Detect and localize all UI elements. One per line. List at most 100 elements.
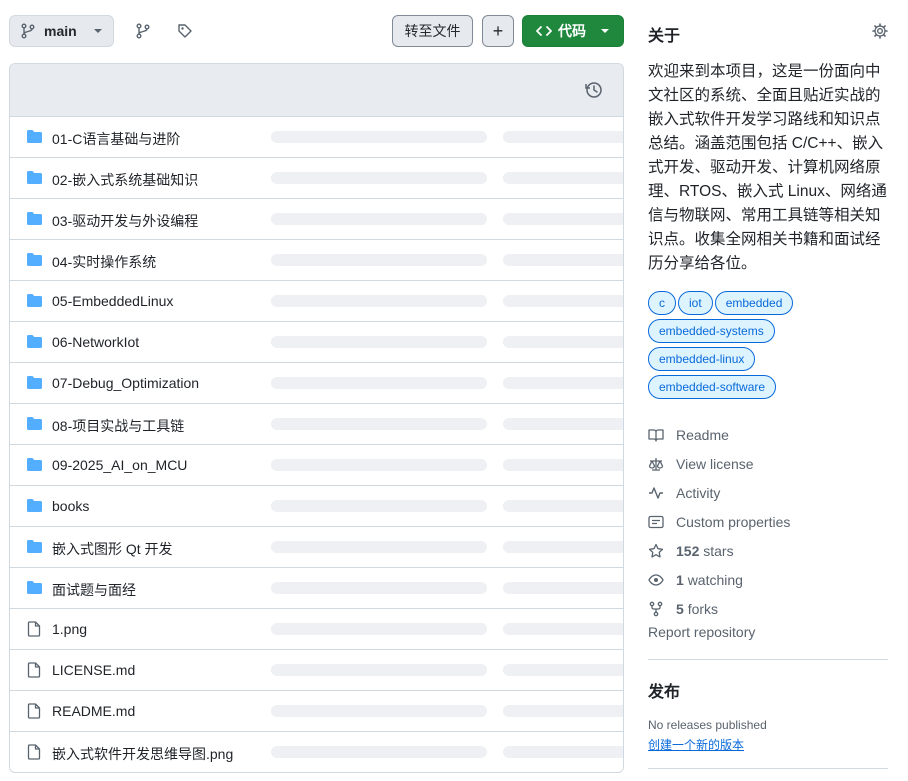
file-name-link[interactable]: 嵌入式图形 Qt 开发 xyxy=(52,539,173,559)
file-row[interactable]: 02-嵌入式系统基础知识 xyxy=(10,158,623,199)
activity-label: Activity xyxy=(676,484,721,501)
commit-date-placeholder xyxy=(503,459,623,471)
file-row[interactable]: 嵌入式软件开发思维导图.png xyxy=(10,732,623,772)
commit-message-placeholder xyxy=(271,664,487,676)
custom-properties-label: Custom properties xyxy=(676,513,791,530)
readme-label: Readme xyxy=(676,426,729,443)
file-name-link[interactable]: 面试题与面经 xyxy=(52,580,136,600)
file-row[interactable]: 03-驱动开发与外设编程 xyxy=(10,199,623,240)
file-name-link[interactable]: 06-NetworkIot xyxy=(52,334,139,350)
topic-tag[interactable]: c xyxy=(648,291,676,315)
topic-tag[interactable]: embedded-systems xyxy=(648,319,775,343)
file-icon xyxy=(26,703,43,719)
file-row[interactable]: 04-实时操作系统 xyxy=(10,240,623,281)
file-row[interactable]: 08-项目实战与工具链 xyxy=(10,404,623,445)
activity-link[interactable]: Activity xyxy=(648,478,888,507)
file-icon xyxy=(26,744,43,760)
watchers-link[interactable]: 1 watching xyxy=(648,565,888,594)
forks-link[interactable]: 5 forks xyxy=(648,594,888,623)
file-name-link[interactable]: 08-项目实战与工具链 xyxy=(52,416,184,436)
branch-selector-button[interactable]: main xyxy=(9,15,114,47)
commit-message-placeholder xyxy=(271,746,487,758)
topic-tag[interactable]: embedded-software xyxy=(648,375,777,399)
file-name-link[interactable]: LICENSE.md xyxy=(52,662,135,678)
repo-toolbar: main 转至文件 + 代码 xyxy=(9,15,624,47)
commit-date-placeholder xyxy=(503,295,623,307)
file-row[interactable]: README.md xyxy=(10,691,623,732)
folder-icon xyxy=(26,252,43,268)
file-row[interactable]: 面试题与面经 xyxy=(10,568,623,609)
file-name-link[interactable]: 07-Debug_Optimization xyxy=(52,375,199,391)
file-name-link[interactable]: 1.png xyxy=(52,621,87,637)
commit-date-placeholder xyxy=(503,582,623,594)
stars-link[interactable]: 152 stars xyxy=(648,536,888,565)
add-file-button[interactable]: + xyxy=(482,15,514,47)
file-name-link[interactable]: 09-2025_AI_on_MCU xyxy=(52,457,187,473)
tag-icon[interactable] xyxy=(177,23,193,39)
commit-message-placeholder xyxy=(271,377,487,389)
commit-date-placeholder xyxy=(503,377,623,389)
topic-tag[interactable]: embedded xyxy=(714,291,794,315)
file-row[interactable]: 09-2025_AI_on_MCU xyxy=(10,445,623,486)
license-link[interactable]: View license xyxy=(648,449,888,478)
file-row[interactable]: 01-C语言基础与进阶 xyxy=(10,117,623,158)
file-row[interactable]: LICENSE.md xyxy=(10,650,623,691)
file-name-link[interactable]: 嵌入式软件开发思维导图.png xyxy=(52,744,233,764)
commit-date-placeholder xyxy=(503,664,623,676)
readme-link[interactable]: Readme xyxy=(648,420,888,449)
commit-message-placeholder xyxy=(271,459,487,471)
license-label: View license xyxy=(676,455,754,472)
gear-icon[interactable] xyxy=(872,23,888,39)
caret-down-icon xyxy=(94,29,102,33)
commit-date-placeholder xyxy=(503,746,623,758)
topic-tag[interactable]: iot xyxy=(678,291,713,315)
file-name-link[interactable]: 04-实时操作系统 xyxy=(52,252,156,272)
eye-icon xyxy=(648,573,664,586)
commit-message-placeholder xyxy=(271,418,487,430)
file-name-link[interactable]: 02-嵌入式系统基础知识 xyxy=(52,170,198,190)
forks-label: forks xyxy=(687,600,719,617)
file-icon xyxy=(26,662,43,678)
file-name-link[interactable]: 05-EmbeddedLinux xyxy=(52,293,173,309)
stars-label: stars xyxy=(703,542,734,559)
repo-meta-list: Readme View license Activity Custom prop… xyxy=(648,420,888,623)
commit-message-placeholder xyxy=(271,295,487,307)
create-release-link[interactable]: 创建一个新的版本 xyxy=(648,736,744,753)
stars-count: 152 xyxy=(676,542,700,559)
folder-icon xyxy=(26,129,43,145)
star-icon xyxy=(648,543,664,558)
go-to-file-button[interactable]: 转至文件 xyxy=(392,15,473,47)
topic-tag[interactable]: embedded-linux xyxy=(648,347,756,371)
file-row[interactable]: books xyxy=(10,486,623,527)
file-name-link[interactable]: README.md xyxy=(52,703,135,719)
sidebar-divider xyxy=(648,768,888,769)
file-row[interactable]: 05-EmbeddedLinux xyxy=(10,281,623,322)
git-branch-icon xyxy=(21,23,35,39)
file-row[interactable]: 06-NetworkIot xyxy=(10,322,623,363)
commit-message-placeholder xyxy=(271,172,487,184)
file-list-header xyxy=(10,64,623,117)
commit-message-placeholder xyxy=(271,213,487,225)
no-releases-text: No releases published xyxy=(648,718,767,732)
file-row[interactable]: 1.png xyxy=(10,609,623,650)
file-name-link[interactable]: books xyxy=(52,498,89,514)
file-row[interactable]: 嵌入式图形 Qt 开发 xyxy=(10,527,623,568)
forks-count: 5 xyxy=(676,600,684,617)
commit-date-placeholder xyxy=(503,418,623,430)
folder-icon xyxy=(26,211,43,227)
code-button[interactable]: 代码 xyxy=(522,15,624,47)
branch-name: main xyxy=(44,23,77,39)
law-scale-icon xyxy=(648,457,664,471)
folder-icon xyxy=(26,334,43,350)
branches-icon[interactable] xyxy=(135,23,151,39)
history-icon[interactable] xyxy=(585,81,603,99)
folder-icon xyxy=(26,498,43,514)
custom-properties-link[interactable]: Custom properties xyxy=(648,507,888,536)
code-button-label: 代码 xyxy=(558,23,586,39)
file-name-link[interactable]: 03-驱动开发与外设编程 xyxy=(52,211,198,231)
folder-icon xyxy=(26,539,43,555)
file-row[interactable]: 07-Debug_Optimization xyxy=(10,363,623,404)
file-name-link[interactable]: 01-C语言基础与进阶 xyxy=(52,129,180,149)
report-repository-link[interactable]: Report repository xyxy=(648,624,755,640)
folder-icon xyxy=(26,416,43,432)
